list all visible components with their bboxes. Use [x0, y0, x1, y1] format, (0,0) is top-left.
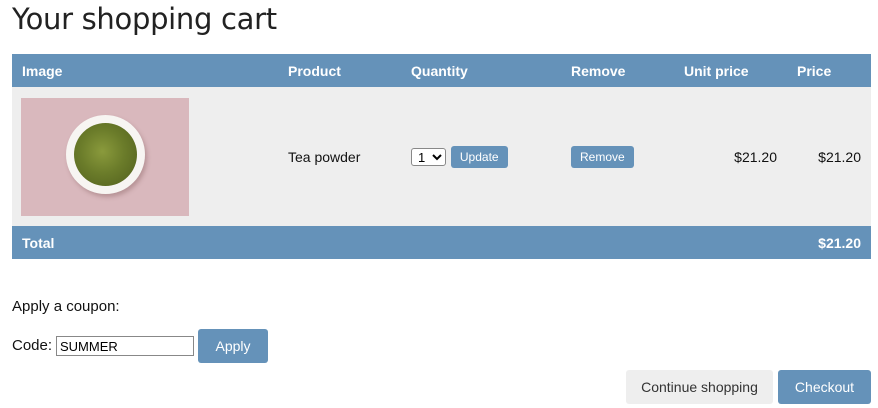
matcha-bowl-image	[66, 114, 145, 194]
header-unit-price: Unit price	[674, 54, 787, 87]
product-image-cell	[12, 87, 278, 226]
unit-price: $21.20	[674, 87, 787, 226]
total-value: $21.20	[787, 226, 871, 259]
update-button[interactable]: Update	[450, 145, 508, 168]
product-name: Tea powder	[278, 87, 401, 226]
total-row: Total $21.20	[12, 226, 871, 259]
apply-coupon-button[interactable]: Apply	[198, 329, 268, 363]
cart-table: Image Product Quantity Remove Unit price…	[12, 54, 871, 259]
table-row: Tea powder 1 Update Remove $21.20 $21.20	[12, 87, 871, 226]
header-product: Product	[278, 54, 401, 87]
coupon-code-label: Code:	[12, 337, 53, 354]
header-quantity: Quantity	[401, 54, 561, 87]
header-price: Price	[787, 54, 871, 87]
product-image[interactable]	[21, 97, 189, 216]
checkout-button[interactable]: Checkout	[778, 370, 871, 404]
total-label: Total	[12, 226, 278, 259]
remove-button[interactable]: Remove	[571, 145, 634, 168]
coupon-code-input[interactable]	[56, 336, 194, 356]
page-title: Your shopping cart	[12, 2, 277, 36]
remove-cell: Remove	[561, 87, 674, 226]
table-header-row: Image Product Quantity Remove Unit price…	[12, 54, 871, 87]
continue-shopping-button[interactable]: Continue shopping	[626, 370, 773, 404]
line-price: $21.20	[787, 87, 871, 226]
quantity-select[interactable]: 1	[411, 147, 446, 166]
coupon-heading: Apply a coupon:	[12, 298, 120, 315]
quantity-cell: 1 Update	[401, 87, 561, 226]
header-remove: Remove	[561, 54, 674, 87]
header-image: Image	[12, 54, 278, 87]
matcha-powder-image	[74, 122, 137, 186]
